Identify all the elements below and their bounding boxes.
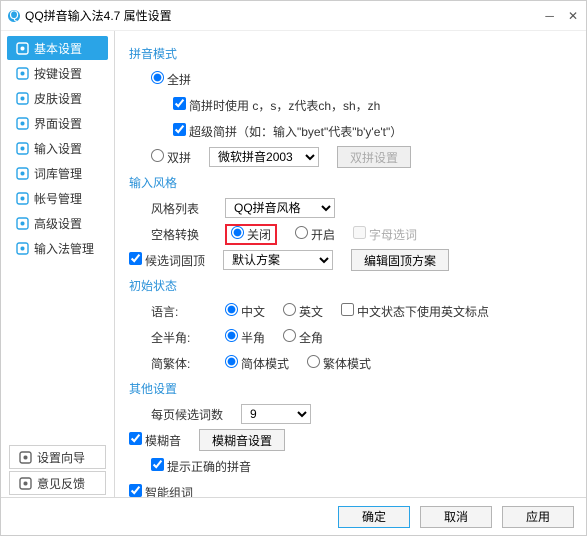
sidebar-item-3[interactable]: 界面设置 <box>7 111 108 135</box>
radio-space-off[interactable]: 关闭 <box>231 226 271 243</box>
sidebar-item-6[interactable]: 帐号管理 <box>7 186 108 210</box>
sidebar-label: 设置向导 <box>37 449 85 466</box>
sidebar-item-2[interactable]: 皮肤设置 <box>7 86 108 110</box>
chat-icon <box>18 476 32 490</box>
sidebar-label: 按键设置 <box>34 65 82 82</box>
sidebar-label: 输入设置 <box>34 140 82 157</box>
svg-text:Q: Q <box>9 9 18 22</box>
check-alpha-select: 字母选词 <box>353 226 417 243</box>
radio-simple[interactable]: 简体模式 <box>225 355 289 372</box>
highlight-box: 关闭 <box>225 224 277 245</box>
db-icon <box>15 166 29 180</box>
check-fuzzy-tip[interactable]: 提示正确的拼音 <box>151 458 251 475</box>
label-lang: 语言: <box>151 303 207 320</box>
manage-icon <box>15 241 29 255</box>
label-cand-count: 每页候选词数 <box>151 406 223 423</box>
account-icon <box>15 191 29 205</box>
label-width: 全半角: <box>151 329 207 346</box>
minimize-icon[interactable]: ─ <box>545 9 554 23</box>
sidebar-item-0[interactable]: 基本设置 <box>7 36 108 60</box>
check-pin-candidates[interactable]: 候选词固顶 <box>129 252 205 269</box>
sidebar-label: 帐号管理 <box>34 190 82 207</box>
radio-trad[interactable]: 繁体模式 <box>307 355 371 372</box>
btn-cancel[interactable]: 取消 <box>420 506 492 528</box>
sidebar-item-5[interactable]: 词库管理 <box>7 161 108 185</box>
label-trad: 简繁体: <box>151 355 207 372</box>
sidebar-bottom-1[interactable]: 意见反馈 <box>9 471 106 495</box>
select-shuangpin-scheme[interactable]: 微软拼音2003 <box>209 147 319 167</box>
radio-space-on[interactable]: 开启 <box>295 226 335 243</box>
check-jianpin[interactable]: 简拼时使用 c，s，z代表ch，sh，zh <box>173 97 380 114</box>
btn-edit-pin[interactable]: 编辑固顶方案 <box>351 249 449 271</box>
sidebar-label: 输入法管理 <box>34 240 94 257</box>
sidebar-item-4[interactable]: 输入设置 <box>7 136 108 160</box>
sidebar-item-7[interactable]: 高级设置 <box>7 211 108 235</box>
radio-half[interactable]: 半角 <box>225 329 265 346</box>
sidebar-label: 界面设置 <box>34 115 82 132</box>
radio-quanpin[interactable]: 全拼 <box>151 71 191 88</box>
radio-shuangpin[interactable]: 双拼 <box>151 149 191 166</box>
skin-icon <box>15 91 29 105</box>
sidebar-item-1[interactable]: 按键设置 <box>7 61 108 85</box>
sidebar-label: 皮肤设置 <box>34 90 82 107</box>
label-style-list: 风格列表 <box>151 200 207 217</box>
check-fuzzy[interactable]: 模糊音 <box>129 432 181 449</box>
radio-full[interactable]: 全角 <box>283 329 323 346</box>
gear-icon <box>18 450 32 464</box>
close-icon[interactable]: ✕ <box>568 9 578 23</box>
qq-icon: Q <box>7 9 21 23</box>
section-pinyin-mode: 拼音模式 <box>129 45 574 62</box>
check-super-jianpin[interactable]: 超级简拼（如：输入"byet"代表"b'y'e't"） <box>173 123 402 140</box>
advanced-icon <box>15 216 29 230</box>
wrench-icon <box>15 41 29 55</box>
radio-lang-en[interactable]: 英文 <box>283 303 323 320</box>
select-style[interactable]: QQ拼音风格 <box>225 198 335 218</box>
select-pin-scheme[interactable]: 默认方案 <box>223 250 333 270</box>
sidebar-label: 意见反馈 <box>37 475 85 492</box>
ui-icon <box>15 116 29 130</box>
keyboard-icon <box>15 66 29 80</box>
sidebar-label: 基本设置 <box>34 40 82 57</box>
check-smart-phrase[interactable]: 智能组词 <box>129 484 193 498</box>
radio-lang-cn[interactable]: 中文 <box>225 303 265 320</box>
sidebar-bottom-0[interactable]: 设置向导 <box>9 445 106 469</box>
section-other: 其他设置 <box>129 380 574 397</box>
section-input-style: 输入风格 <box>129 174 574 191</box>
input-icon <box>15 141 29 155</box>
window-title: QQ拼音输入法4.7 属性设置 <box>25 7 172 24</box>
btn-shuangpin-settings: 双拼设置 <box>337 146 411 168</box>
sidebar-item-8[interactable]: 输入法管理 <box>7 236 108 260</box>
check-eng-punc[interactable]: 中文状态下使用英文标点 <box>341 303 489 320</box>
btn-apply[interactable]: 应用 <box>502 506 574 528</box>
btn-ok[interactable]: 确定 <box>338 506 410 528</box>
select-cand-count[interactable]: 9 <box>241 404 311 424</box>
label-space: 空格转换 <box>151 226 207 243</box>
sidebar-label: 高级设置 <box>34 215 82 232</box>
btn-fuzzy-settings[interactable]: 模糊音设置 <box>199 429 285 451</box>
sidebar-label: 词库管理 <box>34 165 82 182</box>
section-initial-state: 初始状态 <box>129 277 574 294</box>
